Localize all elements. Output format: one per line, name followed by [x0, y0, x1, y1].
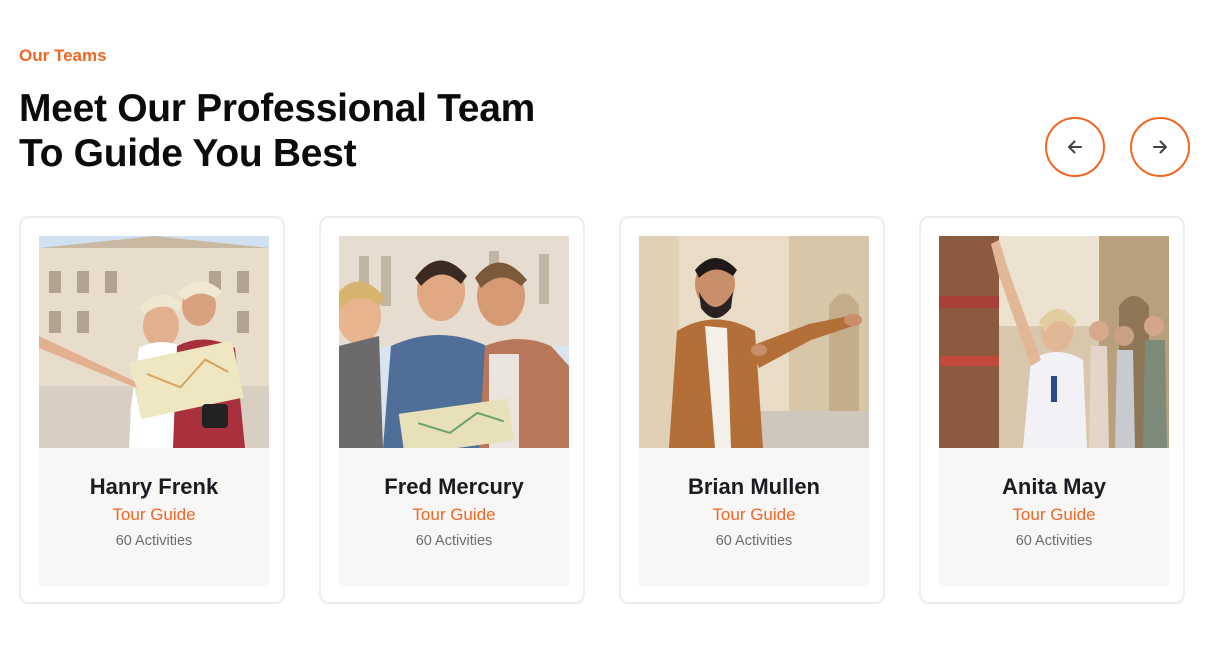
- team-member-activities: 60 Activities: [715, 533, 793, 549]
- team-card-info: Fred Mercury Tour Guide 60 Activities: [339, 448, 569, 586]
- team-card[interactable]: Hanry Frenk Tour Guide 60 Activities: [19, 216, 285, 604]
- section-title: Meet Our Professional Team To Guide You …: [19, 86, 639, 176]
- arrow-left-icon: [1067, 140, 1083, 154]
- team-section: Our Teams Meet Our Professional Team To …: [0, 0, 1207, 649]
- team-member-role: Tour Guide: [1012, 505, 1096, 524]
- team-member-role: Tour Guide: [412, 505, 496, 524]
- team-member-role: Tour Guide: [112, 505, 196, 524]
- guide-in-leather-jacket-photo: [639, 236, 869, 448]
- team-member-activities: 60 Activities: [415, 533, 493, 549]
- team-member-name[interactable]: Anita May: [939, 474, 1169, 500]
- team-member-role: Tour Guide: [712, 505, 796, 524]
- team-card-info: Brian Mullen Tour Guide 60 Activities: [639, 448, 869, 586]
- section-eyebrow: Our Teams: [19, 46, 107, 65]
- team-member-name[interactable]: Fred Mercury: [339, 474, 569, 500]
- section-title-line-2: To Guide You Best: [19, 132, 357, 175]
- guide-pointing-up-with-group-photo: [939, 236, 1169, 448]
- carousel-prev-button[interactable]: [1045, 117, 1105, 177]
- team-member-name[interactable]: Brian Mullen: [639, 474, 869, 500]
- carousel-next-button[interactable]: [1130, 117, 1190, 177]
- friends-reading-map-photo: [339, 236, 569, 448]
- section-title-line-1: Meet Our Professional Team: [19, 87, 535, 130]
- team-member-activities: 60 Activities: [115, 533, 193, 549]
- team-member-activities: 60 Activities: [1015, 533, 1093, 549]
- team-card[interactable]: Fred Mercury Tour Guide 60 Activities: [319, 216, 585, 604]
- arrow-right-icon: [1152, 140, 1168, 154]
- team-card-info: Anita May Tour Guide 60 Activities: [939, 448, 1169, 586]
- team-card[interactable]: Brian Mullen Tour Guide 60 Activities: [619, 216, 885, 604]
- team-card[interactable]: Anita May Tour Guide 60 Activities: [919, 216, 1185, 604]
- tourist-couple-with-map-photo: [39, 236, 269, 448]
- team-member-name[interactable]: Hanry Frenk: [39, 474, 269, 500]
- team-card-info: Hanry Frenk Tour Guide 60 Activities: [39, 448, 269, 586]
